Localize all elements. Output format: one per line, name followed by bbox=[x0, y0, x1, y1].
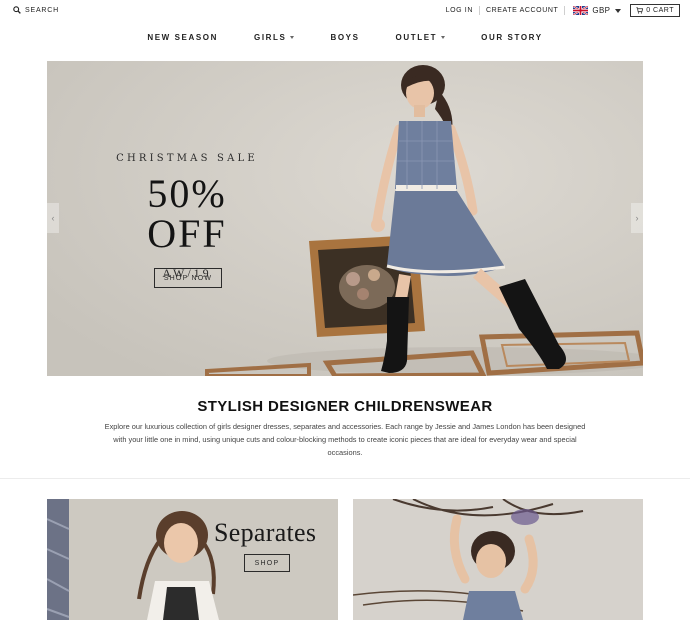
search-label: SEARCH bbox=[25, 6, 59, 14]
nav-label: OUTLET bbox=[395, 32, 438, 42]
shop-button[interactable]: SHOP bbox=[244, 554, 290, 572]
intro-title: STYLISH DESIGNER CHILDRENSWEAR bbox=[197, 398, 493, 415]
uk-flag-icon bbox=[573, 6, 589, 15]
nav-item-our-story[interactable]: OUR STORY bbox=[463, 30, 561, 44]
chevron-down-icon bbox=[615, 8, 622, 13]
cart-button[interactable]: 0 CART bbox=[630, 4, 680, 17]
hero-headline: 50% OFF bbox=[147, 171, 227, 256]
chevron-down-icon bbox=[290, 35, 295, 39]
nav-label: BOYS bbox=[330, 32, 360, 42]
nav-label: GIRLS bbox=[254, 32, 287, 42]
nav-item-girls[interactable]: GIRLS bbox=[236, 30, 312, 44]
divider bbox=[0, 478, 690, 479]
nav-label: NEW SEASON bbox=[147, 32, 218, 42]
hero-subtitle: CHRISTMAS SALE bbox=[116, 153, 258, 164]
main-nav: NEW SEASON GIRLS BOYS OUTLET OUR STORY bbox=[0, 30, 690, 44]
nav-item-outlet[interactable]: OUTLET bbox=[378, 30, 464, 44]
nav-item-new-season[interactable]: NEW SEASON bbox=[129, 30, 236, 44]
slider-next-button[interactable]: › bbox=[631, 203, 643, 233]
search-icon bbox=[13, 6, 21, 14]
currency-label: GBP bbox=[592, 6, 611, 15]
dresses-photo bbox=[353, 499, 643, 620]
currency-selector[interactable]: GBP bbox=[565, 6, 630, 15]
cart-icon bbox=[636, 7, 644, 14]
intro-body: Explore our luxurious collection of girl… bbox=[104, 422, 586, 457]
nav-label: OUR STORY bbox=[481, 32, 543, 42]
account-links: LOG IN CREATE ACCOUNT GBP 0 CART bbox=[440, 3, 680, 18]
search-link[interactable]: SEARCH bbox=[13, 6, 59, 14]
hero-copy: CHRISTMAS SALE 50% OFF AW/19 bbox=[102, 153, 272, 281]
shop-now-button[interactable]: SHOP NOW bbox=[154, 268, 222, 288]
hero-banner[interactable]: CHRISTMAS SALE 50% OFF AW/19 SHOP NOW bbox=[47, 61, 643, 376]
login-link[interactable]: LOG IN bbox=[440, 7, 479, 14]
category-tile-dresses[interactable] bbox=[353, 499, 643, 620]
cart-label: 0 CART bbox=[646, 7, 674, 14]
utility-bar: SEARCH LOG IN CREATE ACCOUNT GBP 0 CART bbox=[0, 0, 690, 22]
category-tile-separates[interactable]: Separates SHOP bbox=[47, 499, 338, 620]
slider-prev-button[interactable]: ‹ bbox=[47, 203, 59, 233]
create-account-link[interactable]: CREATE ACCOUNT bbox=[480, 7, 564, 14]
tile-title: Separates bbox=[214, 518, 317, 547]
nav-item-boys[interactable]: BOYS bbox=[312, 30, 377, 44]
chevron-down-icon bbox=[441, 35, 446, 39]
